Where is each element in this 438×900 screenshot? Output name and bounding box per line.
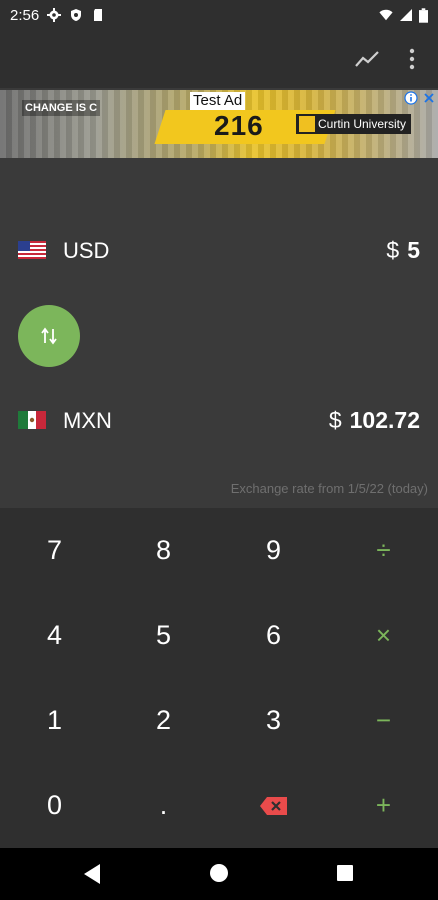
battery-icon — [419, 7, 428, 23]
key-1[interactable]: 1 — [0, 678, 109, 763]
key-0[interactable]: 0 — [0, 763, 109, 848]
status-bar: 2:56 — [0, 0, 438, 30]
swap-currencies-button[interactable] — [18, 305, 80, 367]
to-amount: $ 102.72 — [329, 407, 420, 434]
to-currency-symbol: $ — [328, 407, 342, 433]
key-divide[interactable]: ÷ — [329, 508, 438, 593]
to-currency-code: MXN — [63, 408, 112, 433]
key-3[interactable]: 3 — [219, 678, 328, 763]
to-currency-row[interactable]: MXN $ 102.72 — [0, 402, 438, 442]
swap-arrows-icon — [41, 327, 57, 345]
signal-icon — [400, 9, 412, 21]
backspace-icon — [259, 796, 287, 815]
system-nav-bar — [0, 848, 438, 900]
status-time: 2:56 — [10, 6, 40, 24]
ad-headline: CHANGE IS C — [22, 100, 101, 116]
more-options-icon[interactable] — [402, 46, 422, 72]
key-decimal[interactable]: . — [109, 763, 218, 848]
ad-building-number: 216 — [214, 110, 264, 141]
from-currency-symbol: $ — [386, 237, 400, 263]
mexico-flag-icon — [18, 411, 46, 429]
to-amount-value: 102.72 — [349, 407, 420, 433]
key-subtract[interactable]: − — [329, 678, 438, 763]
ad-label: Test Ad — [190, 92, 246, 110]
wifi-icon — [379, 9, 393, 21]
sd-card-icon — [94, 9, 103, 21]
exchange-rate-note: Exchange rate from 1/5/22 (today) — [230, 481, 428, 496]
trend-chart-icon[interactable] — [354, 46, 380, 72]
key-8[interactable]: 8 — [109, 508, 218, 593]
app-bar — [0, 30, 438, 88]
us-flag-icon — [18, 241, 46, 259]
from-currency-code: USD — [63, 238, 110, 263]
keypad: 7 8 9 ÷ 4 5 6 × 1 2 3 − 0 . + — [0, 508, 438, 848]
backspace-button[interactable] — [219, 763, 328, 848]
key-add[interactable]: + — [329, 763, 438, 848]
key-multiply[interactable]: × — [329, 593, 438, 678]
key-5[interactable]: 5 — [109, 593, 218, 678]
key-9[interactable]: 9 — [219, 508, 328, 593]
key-7[interactable]: 7 — [0, 508, 109, 593]
key-6[interactable]: 6 — [219, 593, 328, 678]
shield-icon — [71, 9, 82, 21]
university-logo-icon — [299, 116, 315, 132]
ad-close-icon[interactable] — [422, 91, 436, 105]
settings-icon — [47, 8, 62, 22]
key-2[interactable]: 2 — [109, 678, 218, 763]
ad-banner[interactable]: 216 CHANGE IS C Test Ad Curtin Universit… — [0, 90, 438, 158]
home-icon[interactable] — [210, 864, 228, 882]
from-currency-row[interactable]: USD $ 5 — [0, 232, 438, 272]
key-4[interactable]: 4 — [0, 593, 109, 678]
recent-apps-icon[interactable] — [337, 865, 353, 881]
back-icon[interactable] — [82, 863, 102, 885]
from-amount: $ 5 — [386, 237, 420, 264]
ad-choices-icon[interactable] — [404, 91, 418, 105]
from-amount-value: 5 — [407, 237, 420, 263]
